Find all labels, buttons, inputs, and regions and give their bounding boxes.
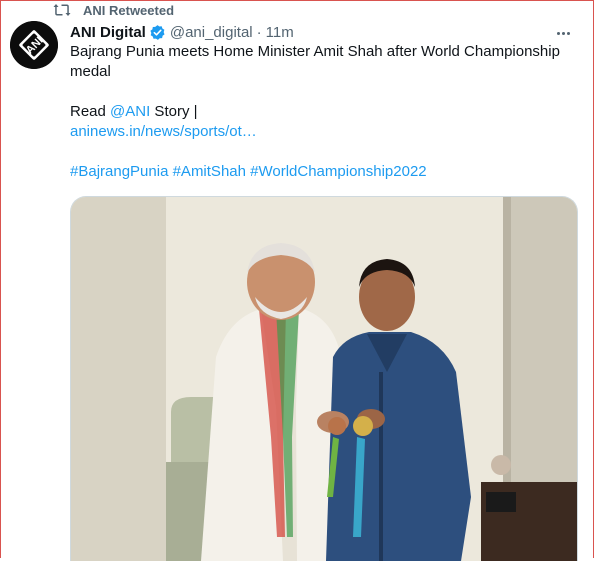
hashtag-link[interactable]: #BajrangPunia [70,163,168,180]
header-separator: · [256,23,262,41]
retweet-icon [53,3,71,17]
retweet-header[interactable]: ANI Retweeted [53,2,174,18]
author-handle[interactable]: @ani_digital [170,24,253,41]
author-avatar[interactable]: ANI [10,21,58,69]
read-suffix: Story | [150,103,198,120]
tweet-header: ANI Digital @ani_digital · 11m [70,22,294,42]
mention-link[interactable]: @ANI [110,103,150,120]
hashtag-link[interactable]: #AmitShah [173,163,246,180]
verified-badge-icon[interactable] [149,24,166,41]
tweet-photo[interactable] [70,196,578,561]
more-options-icon[interactable] [551,23,575,43]
hashtag-line: #BajrangPunia #AmitShah #WorldChampionsh… [70,162,580,182]
author-display-name[interactable]: ANI Digital [70,24,146,41]
hashtag-link[interactable]: #WorldChampionship2022 [250,163,427,180]
tweet-read-line: Read @ANI Story | [70,102,580,122]
article-link[interactable]: aninews.in/news/sports/ot… [70,123,257,140]
tweet-headline: Bajrang Punia meets Home Minister Amit S… [70,43,560,80]
tweet-card[interactable]: ANI Retweeted ANI ANI Digital @ani_digit… [0,0,594,561]
tweet-text: Bajrang Punia meets Home Minister Amit S… [70,42,580,182]
read-prefix: Read [70,103,111,120]
retweeted-by-label[interactable]: ANI Retweeted [83,3,174,18]
tweet-timestamp[interactable]: 11m [266,24,294,41]
